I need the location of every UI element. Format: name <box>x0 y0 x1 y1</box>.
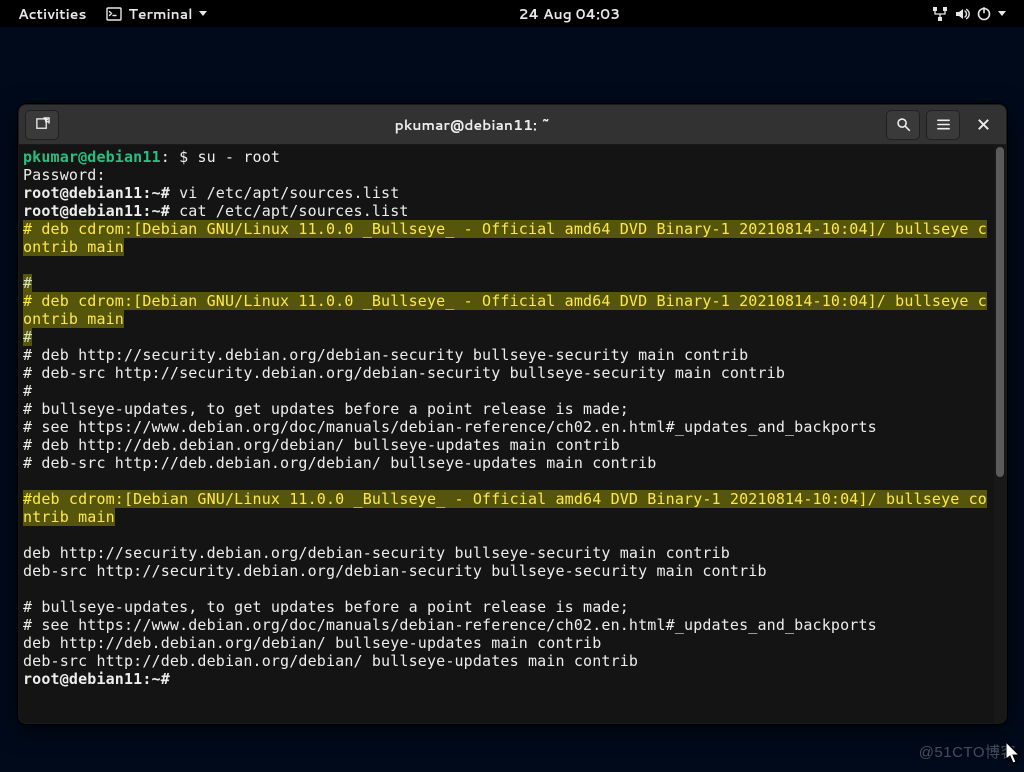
output-line <box>23 256 990 274</box>
new-tab-icon <box>35 117 50 132</box>
app-menu-button[interactable]: Terminal <box>96 0 216 27</box>
output-line: deb http://security.debian.org/debian-se… <box>23 544 990 562</box>
highlighted-text: # deb cdrom:[Debian GNU/Linux 11.0.0 _Bu… <box>23 220 987 256</box>
output-line: deb-src http://security.debian.org/debia… <box>23 562 990 580</box>
output-line: #deb cdrom:[Debian GNU/Linux 11.0.0 _Bul… <box>23 490 990 526</box>
output-line: # see https://www.debian.org/doc/manuals… <box>23 418 990 436</box>
prompt-root: root@debian11:~# <box>23 184 179 202</box>
activities-button[interactable]: Activities <box>8 0 96 27</box>
highlighted-text: # deb cdrom:[Debian GNU/Linux 11.0.0 _Bu… <box>23 292 987 328</box>
prompt-cmd: cat /etc/apt/sources.list <box>179 202 409 220</box>
search-button[interactable] <box>886 110 920 140</box>
power-icon <box>976 6 992 22</box>
highlighted-text: # <box>23 274 32 292</box>
prompt-user: pkumar@debian11 <box>23 148 161 166</box>
highlighted-text: #deb cdrom:[Debian GNU/Linux 11.0.0 _Bul… <box>23 490 987 526</box>
output-line: # bullseye-updates, to get updates befor… <box>23 400 990 418</box>
output-line <box>23 472 990 490</box>
output-line: # <box>23 382 990 400</box>
output-line: # deb-src http://security.debian.org/deb… <box>23 364 990 382</box>
output-line: # deb http://security.debian.org/debian-… <box>23 346 990 364</box>
output-line <box>23 580 990 598</box>
search-icon <box>896 117 911 132</box>
output-line: # deb cdrom:[Debian GNU/Linux 11.0.0 _Bu… <box>23 292 990 328</box>
output-line <box>23 526 990 544</box>
scrollbar-thumb[interactable] <box>996 147 1004 477</box>
prompt-sep: : <box>161 148 179 166</box>
app-menu-label: Terminal <box>128 4 192 24</box>
output-line: # deb http://deb.debian.org/debian/ bull… <box>23 436 990 454</box>
prompt-line: pkumar@debian11: $ su - root <box>23 148 990 166</box>
output-line: # <box>23 328 990 346</box>
volume-icon <box>954 6 970 22</box>
chevron-down-icon <box>998 11 1006 16</box>
prompt-line: root@debian11:~# cat /etc/apt/sources.li… <box>23 202 990 220</box>
output-line: # <box>23 274 990 292</box>
output-line: # see https://www.debian.org/doc/manuals… <box>23 616 990 634</box>
prompt-root: root@debian11:~# <box>23 670 170 688</box>
prompt-cmd: vi /etc/apt/sources.list <box>179 184 399 202</box>
output-line: # deb cdrom:[Debian GNU/Linux 11.0.0 _Bu… <box>23 220 990 256</box>
output-line: deb http://deb.debian.org/debian/ bullse… <box>23 634 990 652</box>
terminal-window: pkumar@debian11: ~ pkumar@debian11: $ su… <box>18 104 1007 724</box>
output-line: Password: <box>23 166 990 184</box>
window-titlebar[interactable]: pkumar@debian11: ~ <box>19 105 1006 145</box>
hamburger-icon <box>936 117 951 132</box>
prompt-symbol: $ <box>179 148 197 166</box>
clock-label: 24 Aug 04:03 <box>518 4 620 24</box>
watermark-text: @51CTO博客 <box>919 741 1016 762</box>
clock-button[interactable]: 24 Aug 04:03 <box>508 0 630 27</box>
prompt-cmd: su - root <box>197 148 280 166</box>
network-icon <box>932 6 948 22</box>
terminal-body[interactable]: pkumar@debian11: $ su - root Password: r… <box>19 145 994 723</box>
close-icon <box>976 117 991 132</box>
hamburger-menu-button[interactable] <box>926 110 960 140</box>
terminal-icon <box>106 6 122 22</box>
prompt-line: root@debian11:~# vi /etc/apt/sources.lis… <box>23 184 990 202</box>
window-title: pkumar@debian11: ~ <box>65 115 880 135</box>
output-line: deb-src http://deb.debian.org/debian/ bu… <box>23 652 990 670</box>
chevron-down-icon <box>199 11 207 16</box>
close-button[interactable] <box>966 110 1000 140</box>
new-tab-button[interactable] <box>25 110 59 140</box>
prompt-root: root@debian11:~# <box>23 202 179 220</box>
output-line: # bullseye-updates, to get updates befor… <box>23 598 990 616</box>
terminal-scrollbar[interactable] <box>994 145 1006 723</box>
output-line: # deb-src http://deb.debian.org/debian/ … <box>23 454 990 472</box>
highlighted-text: # <box>23 328 32 346</box>
prompt-line: root@debian11:~# <box>23 670 990 688</box>
terminal-body-wrap: pkumar@debian11: $ su - root Password: r… <box>19 145 1006 723</box>
system-status-area[interactable] <box>922 0 1016 27</box>
activities-label: Activities <box>18 4 86 24</box>
gnome-topbar: Activities Terminal 24 Aug 04:03 <box>0 0 1024 27</box>
